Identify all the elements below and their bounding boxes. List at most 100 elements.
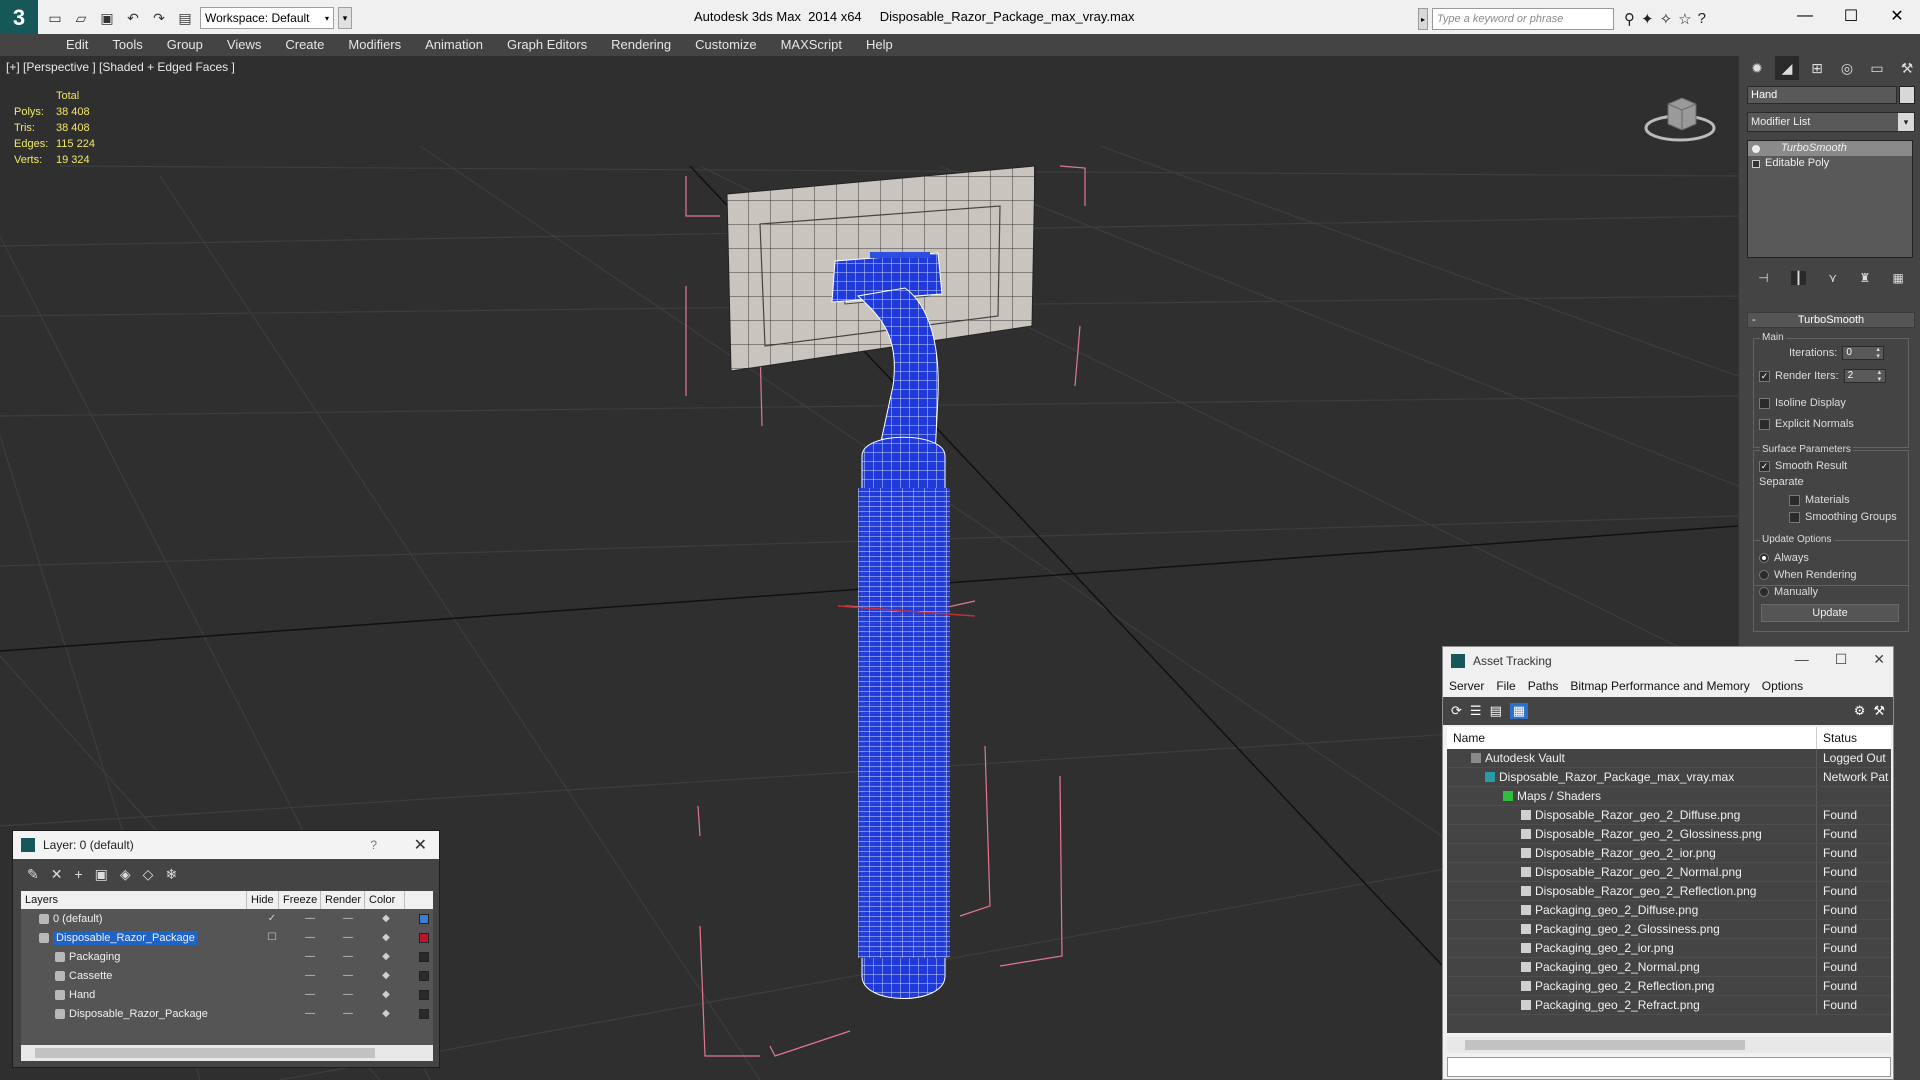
render-iters-spinner[interactable]: 2 bbox=[1843, 369, 1886, 383]
layer-color-swatch[interactable] bbox=[419, 1008, 429, 1019]
stack-item-turbosmooth[interactable]: TurboSmooth bbox=[1748, 141, 1912, 156]
asset-row[interactable]: Autodesk Vault Logged Out bbox=[1447, 749, 1891, 768]
asset-tracking-titlebar[interactable]: Asset Tracking — ☐ ✕ bbox=[1443, 647, 1893, 675]
asset-row[interactable]: Disposable_Razor_geo_2_ior.png Found bbox=[1447, 844, 1891, 863]
close-icon[interactable]: ✕ bbox=[1873, 651, 1885, 668]
layer-row[interactable]: 0 (default) ✓ — — ◆ bbox=[21, 909, 433, 928]
select-objects-icon[interactable]: ▣ bbox=[95, 866, 108, 883]
active-check-icon[interactable]: ✓ bbox=[253, 913, 291, 924]
help-icon[interactable]: ? bbox=[1698, 10, 1706, 28]
freeze-toggle[interactable]: — bbox=[329, 913, 367, 924]
viewcube-icon[interactable] bbox=[1640, 86, 1720, 146]
menu-create[interactable]: Create bbox=[273, 34, 336, 56]
undo-icon[interactable]: ↶ bbox=[122, 7, 144, 29]
display-tab-icon[interactable]: ▭ bbox=[1865, 56, 1889, 80]
always-radio[interactable] bbox=[1759, 553, 1769, 563]
freeze-toggle[interactable]: — bbox=[329, 932, 367, 943]
asset-row[interactable]: Packaging_geo_2_Reflection.png Found bbox=[1447, 977, 1891, 996]
col-freeze[interactable]: Freeze bbox=[279, 891, 321, 909]
freeze-toggle[interactable]: — bbox=[329, 970, 367, 981]
motion-tab-icon[interactable]: ◎ bbox=[1835, 56, 1859, 80]
scrollbar-thumb[interactable] bbox=[35, 1048, 375, 1058]
menu-animation[interactable]: Animation bbox=[413, 34, 495, 56]
asset-path-field[interactable] bbox=[1447, 1057, 1891, 1077]
manually-radio[interactable] bbox=[1759, 587, 1769, 597]
qa-customize-arrow[interactable]: ▾ bbox=[338, 7, 352, 29]
subscription-icon[interactable]: ✦ bbox=[1641, 10, 1654, 28]
communication-icon[interactable]: ✧ bbox=[1660, 10, 1673, 28]
smoothing-groups-checkbox[interactable] bbox=[1789, 511, 1800, 523]
search-input[interactable]: Type a keyword or phrase bbox=[1432, 8, 1614, 30]
hide-toggle[interactable]: — bbox=[291, 932, 329, 943]
materials-checkbox[interactable] bbox=[1789, 494, 1800, 506]
asset-row[interactable]: Packaging_geo_2_Refract.png Found bbox=[1447, 996, 1891, 1015]
turbosmooth-rollout-header[interactable]: - TurboSmooth bbox=[1747, 312, 1915, 328]
detail-view-icon[interactable]: ▤ bbox=[1490, 703, 1502, 719]
maximize-button[interactable]: ☐ bbox=[1828, 0, 1874, 32]
menu-server[interactable]: Server bbox=[1449, 679, 1484, 693]
render-iters-checkbox[interactable]: ✓ bbox=[1759, 370, 1770, 382]
layer-color-swatch[interactable] bbox=[419, 989, 429, 1000]
workspace-dropdown[interactable]: Workspace: Default ▾ bbox=[200, 7, 334, 29]
asset-horizontal-scrollbar[interactable] bbox=[1447, 1037, 1891, 1053]
refresh-icon[interactable]: ⟳ bbox=[1451, 703, 1462, 719]
expand-plus-icon[interactable] bbox=[1752, 159, 1760, 168]
close-button[interactable]: ✕ bbox=[1874, 0, 1920, 32]
asset-row[interactable]: Disposable_Razor_geo_2_Reflection.png Fou… bbox=[1447, 882, 1891, 901]
list-view-icon[interactable]: ☰ bbox=[1470, 703, 1482, 719]
vault-help-icon[interactable]: ⚙ bbox=[1854, 703, 1866, 719]
modify-tab-icon[interactable]: ◢ bbox=[1775, 56, 1799, 80]
menu-options[interactable]: Options bbox=[1762, 679, 1803, 693]
object-color-swatch[interactable] bbox=[1899, 86, 1915, 104]
layer-object-row[interactable]: Disposable_Razor_Package — — ◆ bbox=[21, 1004, 433, 1023]
utilities-tab-icon[interactable]: ⚒ bbox=[1895, 56, 1919, 80]
col-status[interactable]: Status bbox=[1817, 727, 1857, 749]
menu-rendering[interactable]: Rendering bbox=[599, 34, 683, 56]
col-name[interactable]: Name bbox=[1447, 727, 1817, 749]
render-teapot-icon[interactable]: ◆ bbox=[367, 932, 405, 943]
close-icon[interactable]: ✕ bbox=[414, 835, 427, 855]
isoline-display-checkbox[interactable] bbox=[1759, 397, 1770, 409]
app-menu-button[interactable]: 3 bbox=[0, 0, 38, 36]
menu-graph-editors[interactable]: Graph Editors bbox=[495, 34, 599, 56]
menu-maxscript[interactable]: MAXScript bbox=[769, 34, 854, 56]
col-layers[interactable]: Layers bbox=[21, 891, 247, 909]
render-teapot-icon[interactable]: ◆ bbox=[367, 989, 405, 1000]
make-unique-icon[interactable]: ⋎ bbox=[1828, 271, 1837, 285]
menu-group[interactable]: Group bbox=[155, 34, 215, 56]
layer-horizontal-scrollbar[interactable] bbox=[21, 1045, 433, 1061]
explicit-normals-checkbox[interactable] bbox=[1759, 418, 1770, 430]
asset-row[interactable]: Disposable_Razor_geo_2_Glossiness.png Fou… bbox=[1447, 825, 1891, 844]
layer-row[interactable]: Disposable_Razor_Package ☐ — — ◆ bbox=[21, 928, 433, 947]
freeze-all-layers-icon[interactable]: ❄ bbox=[165, 866, 177, 883]
col-hide[interactable]: Hide bbox=[247, 891, 279, 909]
freeze-toggle[interactable]: — bbox=[329, 951, 367, 962]
hide-toggle[interactable]: — bbox=[291, 913, 329, 924]
asset-row[interactable]: Packaging_geo_2_Normal.png Found bbox=[1447, 958, 1891, 977]
render-teapot-icon[interactable]: ◆ bbox=[367, 1008, 405, 1019]
render-teapot-icon[interactable]: ◆ bbox=[367, 951, 405, 962]
menu-tools[interactable]: Tools bbox=[100, 34, 154, 56]
asset-row[interactable]: Disposable_Razor_geo_2_Diffuse.png Found bbox=[1447, 806, 1891, 825]
maximize-icon[interactable]: ☐ bbox=[1835, 651, 1848, 668]
remove-modifier-icon[interactable]: ♜ bbox=[1859, 271, 1870, 285]
active-box-icon[interactable]: ☐ bbox=[253, 932, 291, 943]
delete-layer-icon[interactable]: ✕ bbox=[51, 866, 63, 883]
minimize-button[interactable]: — bbox=[1782, 0, 1828, 32]
freeze-toggle[interactable]: — bbox=[329, 1008, 367, 1019]
favorites-star-icon[interactable]: ☆ bbox=[1678, 10, 1691, 28]
lightbulb-icon[interactable] bbox=[1752, 144, 1760, 153]
col-render[interactable]: Render bbox=[321, 891, 365, 909]
hide-toggle[interactable]: — bbox=[291, 951, 329, 962]
stack-item-editable-poly[interactable]: Editable Poly bbox=[1748, 156, 1912, 171]
layer-object-row[interactable]: Cassette — — ◆ bbox=[21, 966, 433, 985]
asset-row[interactable]: Maps / Shaders bbox=[1447, 787, 1891, 806]
layer-object-row[interactable]: Packaging — — ◆ bbox=[21, 947, 433, 966]
menu-help[interactable]: Help bbox=[854, 34, 905, 56]
asset-row[interactable]: Packaging_geo_2_Glossiness.png Found bbox=[1447, 920, 1891, 939]
help-icon[interactable]: ? bbox=[370, 838, 377, 852]
modifier-list-dropdown[interactable]: Modifier List ▾ bbox=[1747, 112, 1915, 132]
pin-stack-icon[interactable]: ⊣ bbox=[1758, 271, 1768, 285]
update-button[interactable]: Update bbox=[1761, 604, 1899, 622]
col-color[interactable]: Color bbox=[365, 891, 405, 909]
